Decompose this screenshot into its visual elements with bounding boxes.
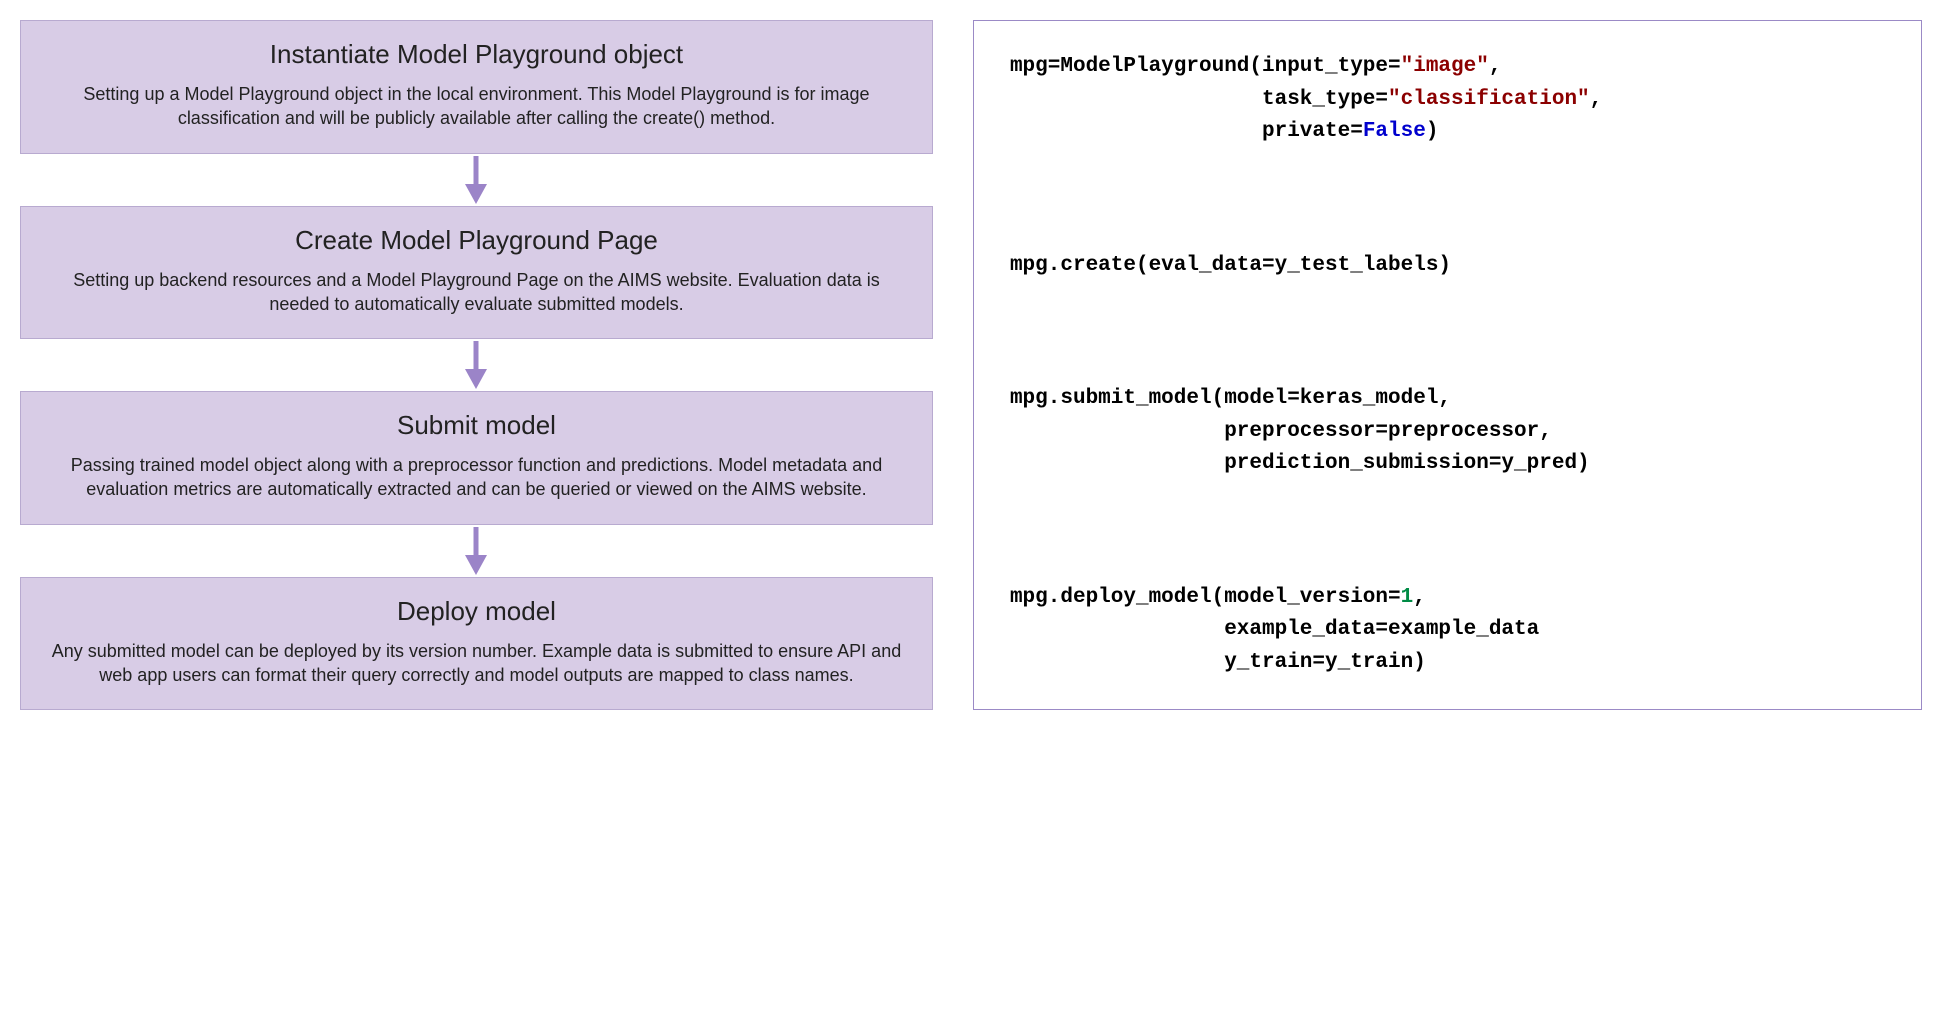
code-text: task_type= [1010,88,1388,111]
step-box-deploy: Deploy model Any submitted model can be … [20,577,933,711]
code-text: mpg.create(eval_data=y_test_labels) [1010,254,1451,277]
code-block-create: mpg.create(eval_data=y_test_labels) [1010,250,1885,283]
code-text: , [1413,586,1426,609]
code-text: preprocessor=preprocessor, [1010,420,1552,443]
step-title: Deploy model [49,596,904,627]
step-box-create: Create Model Playground Page Setting up … [20,206,933,340]
step-title: Submit model [49,410,904,441]
code-number-literal: 1 [1401,586,1414,609]
code-text: example_data=example_data [1010,618,1539,641]
arrow-down-icon [20,339,933,391]
workflow-steps-column: Instantiate Model Playground object Sett… [20,20,933,710]
code-block-submit: mpg.submit_model(model=keras_model, prep… [1010,383,1885,481]
step-box-submit: Submit model Passing trained model objec… [20,391,933,525]
code-text: y_train=y_train) [1010,651,1426,674]
step-description: Setting up a Model Playground object in … [49,82,904,131]
code-string-literal: "classification" [1388,88,1590,111]
step-description: Passing trained model object along with … [49,453,904,502]
step-description: Setting up backend resources and a Model… [49,268,904,317]
code-block-deploy: mpg.deploy_model(model_version=1, exampl… [1010,582,1885,680]
step-title: Create Model Playground Page [49,225,904,256]
code-text: mpg=ModelPlayground(input_type= [1010,55,1401,78]
code-keyword: False [1363,120,1426,143]
code-text: mpg.deploy_model(model_version= [1010,586,1401,609]
code-text: , [1489,55,1502,78]
step-title: Instantiate Model Playground object [49,39,904,70]
arrow-down-icon [20,525,933,577]
code-text: prediction_submission=y_pred) [1010,452,1590,475]
code-block-instantiate: mpg=ModelPlayground(input_type="image", … [1010,51,1885,149]
code-text: private= [1010,120,1363,143]
step-description: Any submitted model can be deployed by i… [49,639,904,688]
code-text: , [1590,88,1603,111]
arrow-down-icon [20,154,933,206]
code-text: ) [1426,120,1439,143]
code-text: mpg.submit_model(model=keras_model, [1010,387,1451,410]
code-panel: mpg=ModelPlayground(input_type="image", … [973,20,1922,710]
step-box-instantiate: Instantiate Model Playground object Sett… [20,20,933,154]
code-string-literal: "image" [1401,55,1489,78]
